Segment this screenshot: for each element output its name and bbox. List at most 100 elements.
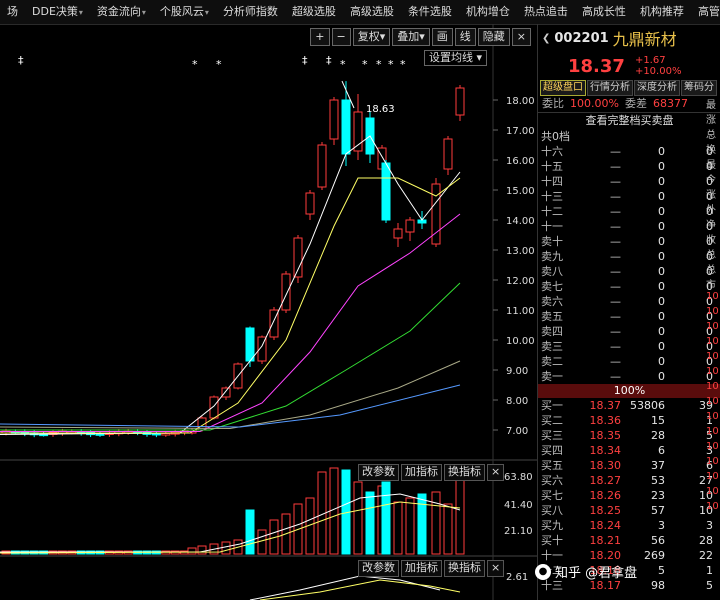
full-queue-link[interactable]: 查看完整档买卖盘 [538,112,720,129]
order-ratio: 委比 100.00% 委差 68377 [542,97,688,110]
fq-button[interactable]: 复权▾ [352,28,391,46]
sell-row: 十二 —0 0 [541,205,713,218]
event-marker: * [340,58,346,71]
menu-item[interactable]: 机构增仓 [459,0,517,24]
menu-item[interactable]: 高级选股 [343,0,401,24]
volume-bar [353,481,363,555]
side-strip-label: 10 [706,396,719,407]
quote-tabs: 超级盘口 行情分析 深度分析 筹码分 [538,80,720,96]
change-params-button[interactable]: 改参数 [358,560,399,577]
side-strip-label: 10 [706,441,719,452]
vol-tick-label: 41.40 [504,500,533,511]
kline-svg[interactable]: 18.00 17.00 16.00 15.00 14.00 13.00 12.00 11.00… [0,24,537,600]
sell-row: 卖六 —0 0 [541,295,713,308]
menu-item[interactable]: 机构推荐 [633,0,691,24]
sell-row: 十六 —0 0 [541,145,713,158]
watermark: ● 知乎 @君拿盘 [535,562,637,581]
macd-signal-line [259,579,461,600]
volume-bar [417,493,427,555]
y-tick-label: 8.00 [506,396,528,407]
candle-body [405,219,415,233]
candle-body [341,99,351,155]
menu-item[interactable]: 条件选股 [401,0,459,24]
side-strip-label: 10 [706,456,719,467]
bid-ratio-bar: 100% [538,384,720,398]
menu-item[interactable]: 分析师指数 [216,0,285,24]
switch-indicator-button[interactable]: 换指标 [444,464,485,481]
ma20-line [0,213,461,432]
y-tick-label: 13.00 [506,246,535,257]
chevron-left-icon[interactable]: ❮ [542,33,550,44]
close-icon[interactable]: × [487,464,505,481]
side-strip-label: 10 [706,411,719,422]
buy-row: 买十 18.21 56 28 [541,534,713,547]
chevron-down-icon: ▾ [141,8,146,17]
draw-button[interactable]: 画 [431,28,453,46]
y-tick-label: 18.00 [506,96,535,107]
candle-body [305,192,315,215]
volume-bar [381,481,391,555]
event-marker: ‡ [326,54,332,67]
buy-row: 十一 18.20 269 22 [541,549,713,562]
quote-tab[interactable]: 筹码分 [681,80,717,96]
event-marker: ‡ [18,54,24,67]
candle-body [381,162,391,221]
buy-row: 买八 18.25 57 10 [541,504,713,517]
volume-bar [393,501,403,555]
side-strip-label: 涨 [706,115,716,126]
vol-tick-label: 63.80 [504,472,533,483]
ma-settings-button[interactable]: 设置均线 ▾ [424,50,488,66]
side-strip-label: 10 [706,426,719,437]
menu-item[interactable]: 高成长性 [575,0,633,24]
y-tick-label: 7.00 [506,426,528,437]
event-marker: * [192,58,198,71]
menu-item[interactable]: DDE决策▾ [25,0,90,24]
overlay-button[interactable]: 叠加▾ [392,28,430,46]
stock-header: ❮ 002201 九鼎新材 [538,24,720,52]
quote-tab[interactable]: 深度分析 [634,80,680,96]
sell-row: 卖四 —0 0 [541,325,713,338]
sell-row: 卖八 —0 0 [541,265,713,278]
price-change: +1.67 +10.00% [634,55,682,77]
quote-tab[interactable]: 超级盘口 [540,80,586,96]
close-icon[interactable]: × [511,28,531,46]
stock-code: 002201 [554,30,609,46]
side-strip-label: 总 [706,130,716,141]
chevron-down-icon: ▾ [419,30,425,43]
side-strip-label: 最 [706,100,716,111]
volume-bar [443,503,453,555]
menu-item[interactable]: 超级选股 [285,0,343,24]
switch-indicator-button[interactable]: 换指标 [444,560,485,577]
event-marker: * [388,58,394,71]
buy-row: 买三 18.35 28 5 [541,429,713,442]
y-tick-label: 15.00 [506,186,535,197]
sell-row: 卖十 —0 0 [541,235,713,248]
event-marker: * [362,58,368,71]
hide-button[interactable]: 隐藏 [477,28,510,46]
side-strip-label: 今 [706,175,716,186]
change-params-button[interactable]: 改参数 [358,464,399,481]
buy-row: 买七 18.26 23 10 [541,489,713,502]
add-indicator-button[interactable]: 加指标 [401,560,442,577]
quote-tab[interactable]: 行情分析 [587,80,633,96]
sell-row: 十三 —0 0 [541,190,713,203]
menu-item[interactable]: 个股风云▾ [153,0,216,24]
close-icon[interactable]: × [487,560,505,577]
menu-item[interactable]: 场 [0,0,25,24]
menu-item[interactable]: 热点追击 [517,0,575,24]
side-strip-label: 10 [706,351,719,362]
side-strip-label: 10 [706,381,719,392]
menu-item[interactable]: 高管增持 [691,0,720,24]
kline-chart-area[interactable]: 18.00 17.00 16.00 15.00 14.00 13.00 12.00 11.00… [0,24,537,600]
line-button[interactable]: 线 [454,28,476,46]
candle-body [209,396,219,419]
side-strip-label: 10 [706,336,719,347]
zoom-out-button[interactable]: − [331,28,351,46]
candle-body [443,138,453,170]
candle-body [393,228,403,239]
volume-bar [431,491,441,555]
y-tick-label: 11.00 [506,306,535,317]
add-indicator-button[interactable]: 加指标 [401,464,442,481]
zoom-in-button[interactable]: + [310,28,330,46]
menu-item[interactable]: 资金流向▾ [90,0,153,24]
